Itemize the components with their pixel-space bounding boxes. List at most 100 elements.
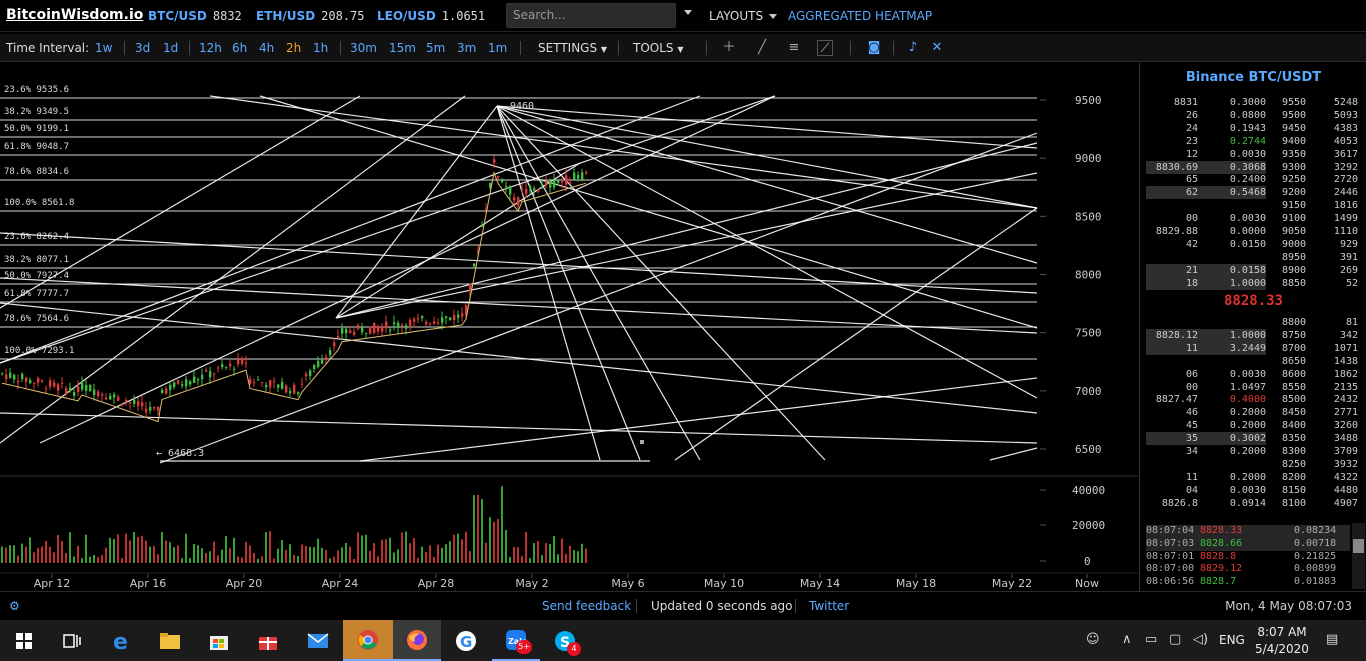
edge-icon[interactable]: e xyxy=(98,620,146,661)
chevron-up-icon[interactable]: ∧ xyxy=(1122,632,1132,647)
site-logo[interactable]: BitcoinWisdom.io xyxy=(6,7,143,23)
task-view-icon[interactable] xyxy=(48,620,96,661)
volume-icon[interactable]: ◁) xyxy=(1193,632,1208,647)
chart-canvas[interactable]: 9500 9000 8500 8000 7500 7000 6500 40000 20000 0 A… xyxy=(0,63,1138,591)
bid-row[interactable]: 11 0.2000 8200 4322 xyxy=(1146,472,1360,484)
ask-row[interactable]: 8831 0.3000 9550 5248 xyxy=(1146,97,1360,109)
interval-4h[interactable]: 4h xyxy=(259,41,274,55)
bid-row[interactable]: 06 0.0030 8600 1862 xyxy=(1146,369,1360,381)
interval-1w[interactable]: 1w xyxy=(95,41,112,55)
volume-bar xyxy=(561,538,563,563)
ask-row[interactable]: 65 0.2400 9250 2720 xyxy=(1146,174,1360,186)
time-axis-label: Now xyxy=(1075,577,1099,590)
interval-15m[interactable]: 15m xyxy=(389,41,416,55)
send-feedback-link[interactable]: Send feedback xyxy=(542,599,631,613)
bid-row[interactable]: 8800 81 xyxy=(1146,317,1360,329)
ask-row[interactable]: 00 0.0030 9100 1499 xyxy=(1146,213,1360,225)
ask-row[interactable]: 26 0.0800 9500 5093 xyxy=(1146,110,1360,122)
depth-total: 5093 xyxy=(1333,109,1358,121)
skype-icon[interactable]: S 4 xyxy=(541,620,589,661)
candle-body xyxy=(497,176,500,178)
people-icon[interactable]: ☺ xyxy=(1086,632,1100,647)
interval-5m[interactable]: 5m xyxy=(426,41,445,55)
ask-row[interactable]: 24 0.1943 9450 4383 xyxy=(1146,123,1360,135)
bid-row[interactable]: 11 3.2449 8700 1071 xyxy=(1146,341,1360,355)
mail-icon[interactable] xyxy=(294,620,342,661)
interval-30m[interactable]: 30m xyxy=(350,41,377,55)
start-icon[interactable] xyxy=(0,620,48,661)
gift-icon[interactable] xyxy=(244,620,292,661)
firefox-icon[interactable] xyxy=(393,620,441,661)
bid-row[interactable]: 8250 3932 xyxy=(1146,459,1360,471)
layouts-menu[interactable]: LAYOUTS xyxy=(709,9,763,23)
zalo-icon[interactable]: Zalo 5+ xyxy=(492,620,540,661)
ask-row[interactable]: 18 1.0000 8850 52 xyxy=(1146,276,1360,290)
ticker-leo[interactable]: LEO/USD 1.0651 xyxy=(377,9,485,23)
chevron-down-icon[interactable] xyxy=(769,14,777,19)
ask-row[interactable]: 21 0.0158 8900 269 xyxy=(1146,263,1360,277)
chrome-icon[interactable] xyxy=(343,620,393,661)
trendline-icon[interactable]: ╱ xyxy=(754,40,770,56)
interval-3m[interactable]: 3m xyxy=(457,41,476,55)
price-chart[interactable]: 9500 9000 8500 8000 7500 7000 6500 40000 20000 0 A… xyxy=(0,63,1138,591)
chevron-down-icon[interactable] xyxy=(684,10,692,15)
depth-total: 2771 xyxy=(1333,407,1358,419)
ticker-btc[interactable]: BTC/USD 8832 xyxy=(148,9,242,23)
ticker-eth[interactable]: ETH/USD 208.75 xyxy=(256,9,365,23)
horizontal-lines-icon[interactable]: ≡ xyxy=(786,40,802,56)
network-icon[interactable]: ▢ xyxy=(1169,632,1181,647)
file-explorer-icon[interactable] xyxy=(146,620,194,661)
tools-menu[interactable]: TOOLS ▼ xyxy=(633,41,684,55)
store-icon[interactable] xyxy=(195,620,243,661)
ask-row[interactable]: 8829.88 0.0000 9050 1110 xyxy=(1146,226,1360,238)
ask-row[interactable]: 23 0.2744 9400 4053 xyxy=(1146,136,1360,148)
candle-body xyxy=(565,175,568,185)
interval-1d[interactable]: 1d xyxy=(163,41,178,55)
depth-total: 269 xyxy=(1339,264,1358,276)
bid-row[interactable]: 8828.12 1.0000 8750 342 xyxy=(1146,328,1360,342)
trades-scrollbar[interactable] xyxy=(1352,523,1365,589)
bid-row[interactable]: 45 0.2000 8400 3260 xyxy=(1146,420,1360,432)
bid-row[interactable]: 8650 1438 xyxy=(1146,356,1360,368)
fullscreen-icon[interactable]: ✕ xyxy=(929,40,945,56)
bid-row[interactable]: 8826.8 0.0914 8100 4907 xyxy=(1146,498,1360,510)
bid-row[interactable]: 8827.47 0.4000 8500 2432 xyxy=(1146,394,1360,406)
bid-row[interactable]: 35 0.3002 8350 3488 xyxy=(1146,432,1360,446)
ask-row[interactable]: 8830.69 0.3068 9300 3292 xyxy=(1146,160,1360,174)
aggregated-heatmap-link[interactable]: AGGREGATED HEATMAP xyxy=(788,9,932,23)
interval-3d[interactable]: 3d xyxy=(135,41,150,55)
g-app-icon[interactable]: G xyxy=(442,620,490,661)
bid-row[interactable]: 00 1.0497 8550 2135 xyxy=(1146,382,1360,394)
bell-icon[interactable]: ♪ xyxy=(905,40,921,56)
ask-row[interactable]: 9150 1816 xyxy=(1146,200,1360,212)
depth-total: 3488 xyxy=(1333,433,1358,445)
interval-1h[interactable]: 1h xyxy=(313,41,328,55)
price-axis-label: 7500 xyxy=(1075,327,1102,340)
interval-6h[interactable]: 6h xyxy=(232,41,247,55)
scrollbar-thumb[interactable] xyxy=(1353,539,1364,553)
camera-icon[interactable]: ◙ xyxy=(866,40,882,56)
bid-row[interactable]: 34 0.2000 8300 3709 xyxy=(1146,446,1360,458)
crosshair-icon[interactable]: ＋ xyxy=(721,40,737,56)
ask-row[interactable]: 42 0.0150 9000 929 xyxy=(1146,239,1360,251)
notifications-icon[interactable]: ▤ xyxy=(1326,632,1338,647)
twitter-link[interactable]: Twitter xyxy=(809,599,849,613)
ask-row[interactable]: 8950 391 xyxy=(1146,252,1360,264)
ask-row[interactable]: 12 0.0030 9350 3617 xyxy=(1146,149,1360,161)
taskbar-clock[interactable]: 8:07 AM 5/4/2020 xyxy=(1252,624,1312,658)
interval-1m[interactable]: 1m xyxy=(488,41,507,55)
bid-row[interactable]: 46 0.2000 8450 2771 xyxy=(1146,407,1360,419)
language-indicator[interactable]: ENG xyxy=(1219,633,1245,647)
interval-2h[interactable]: 2h xyxy=(286,41,301,55)
order-book-title[interactable]: Binance BTC/USDT xyxy=(1140,70,1366,85)
fib-level-label: 61.8% 7777.7 xyxy=(4,289,69,299)
fib-tool-icon[interactable]: ⟋ xyxy=(817,40,833,56)
candle-body xyxy=(205,370,208,372)
settings-menu[interactable]: SETTINGS ▼ xyxy=(538,41,607,55)
gear-icon[interactable]: ⚙ xyxy=(9,599,20,613)
search-input[interactable]: Search... xyxy=(506,3,676,28)
battery-icon[interactable]: ▭ xyxy=(1145,632,1157,647)
interval-12h[interactable]: 12h xyxy=(199,41,222,55)
bid-row[interactable]: 04 0.0030 8150 4480 xyxy=(1146,485,1360,497)
ask-row[interactable]: 62 0.5468 9200 2446 xyxy=(1146,186,1360,200)
